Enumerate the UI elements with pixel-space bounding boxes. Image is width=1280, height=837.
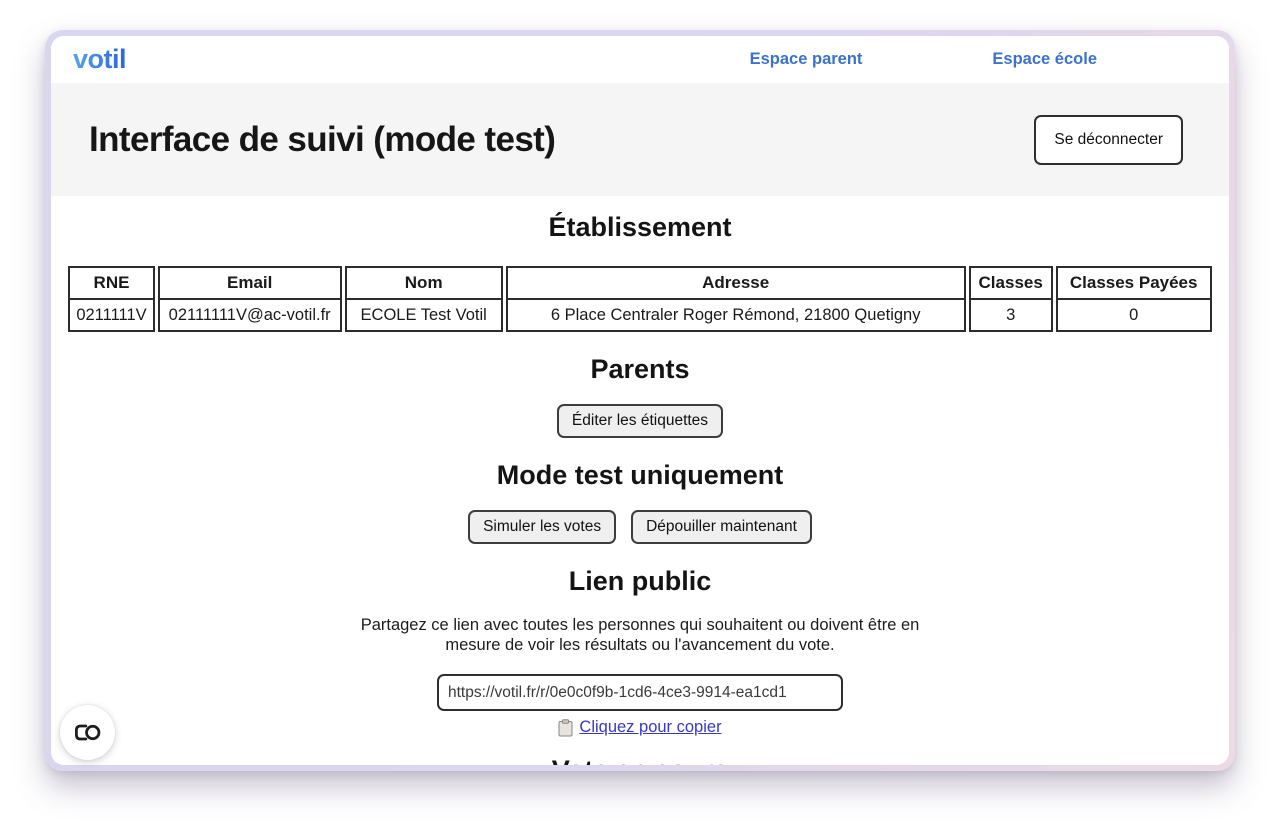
table-header-cell-classes: Classes xyxy=(969,266,1053,300)
page-header: Interface de suivi (mode test) Se déconn… xyxy=(51,83,1229,196)
simulate-votes-button[interactable]: Simuler les votes xyxy=(468,510,616,544)
logout-button[interactable]: Se déconnecter xyxy=(1034,115,1183,165)
table-cell-classes: 3 xyxy=(969,300,1053,332)
vote-en-cours-heading: Vote en cours xyxy=(51,754,1229,765)
table-header-cell-rne: RNE xyxy=(68,266,154,300)
table-header-cell-nom: Nom xyxy=(345,266,503,300)
app-card-frame: votil Espace parent Espace école Interfa… xyxy=(45,30,1235,771)
app-card: votil Espace parent Espace école Interfa… xyxy=(51,36,1229,765)
tally-now-button[interactable]: Dépouiller maintenant xyxy=(631,510,812,544)
table-cell-classes-payees: 0 xyxy=(1056,300,1212,332)
co-link-icon xyxy=(73,723,103,742)
table-header-cell-adresse: Adresse xyxy=(506,266,966,300)
copy-row: Cliquez pour copier xyxy=(51,718,1229,739)
table-cell-email: 02111111V@ac-votil.fr xyxy=(158,300,342,332)
copy-link[interactable]: Cliquez pour copier xyxy=(558,718,721,737)
table-cell-nom: ECOLE Test Votil xyxy=(345,300,503,332)
table-header-cell-classes-payees: Classes Payées xyxy=(1056,266,1212,300)
parents-actions: Éditer les étiquettes xyxy=(51,404,1229,438)
main-content: Établissement RNE Email Nom Adresse Clas… xyxy=(51,196,1229,765)
clipboard-icon xyxy=(558,719,573,737)
table-cell-rne: 0211111V xyxy=(68,300,154,332)
edit-labels-button[interactable]: Éditer les étiquettes xyxy=(557,404,723,438)
copy-link-label: Cliquez pour copier xyxy=(579,718,721,737)
mode-test-heading: Mode test uniquement xyxy=(51,459,1229,491)
table-cell-adresse: 6 Place Centraler Roger Rémond, 21800 Qu… xyxy=(506,300,966,332)
votil-logo[interactable]: votil xyxy=(73,44,126,75)
page-title: Interface de suivi (mode test) xyxy=(89,120,555,160)
etablissement-heading: Établissement xyxy=(51,211,1229,243)
share-description: Partagez ce lien avec toutes les personn… xyxy=(353,615,928,655)
public-link-input[interactable] xyxy=(437,674,843,711)
nav-link-espace-parent[interactable]: Espace parent xyxy=(750,50,863,69)
table-header-cell-email: Email xyxy=(158,266,342,300)
lien-public-heading: Lien public xyxy=(51,565,1229,597)
parents-heading: Parents xyxy=(51,353,1229,385)
top-nav: votil Espace parent Espace école xyxy=(51,36,1229,83)
etablissement-table: RNE Email Nom Adresse Classes Classes Pa… xyxy=(65,266,1214,332)
floating-badge-button[interactable] xyxy=(60,705,115,760)
nav-link-espace-ecole[interactable]: Espace école xyxy=(992,50,1097,69)
table-header-row: RNE Email Nom Adresse Classes Classes Pa… xyxy=(68,266,1211,300)
table-row: 0211111V 02111111V@ac-votil.fr ECOLE Tes… xyxy=(68,300,1211,332)
mode-test-actions: Simuler les votes Dépouiller maintenant xyxy=(51,510,1229,544)
